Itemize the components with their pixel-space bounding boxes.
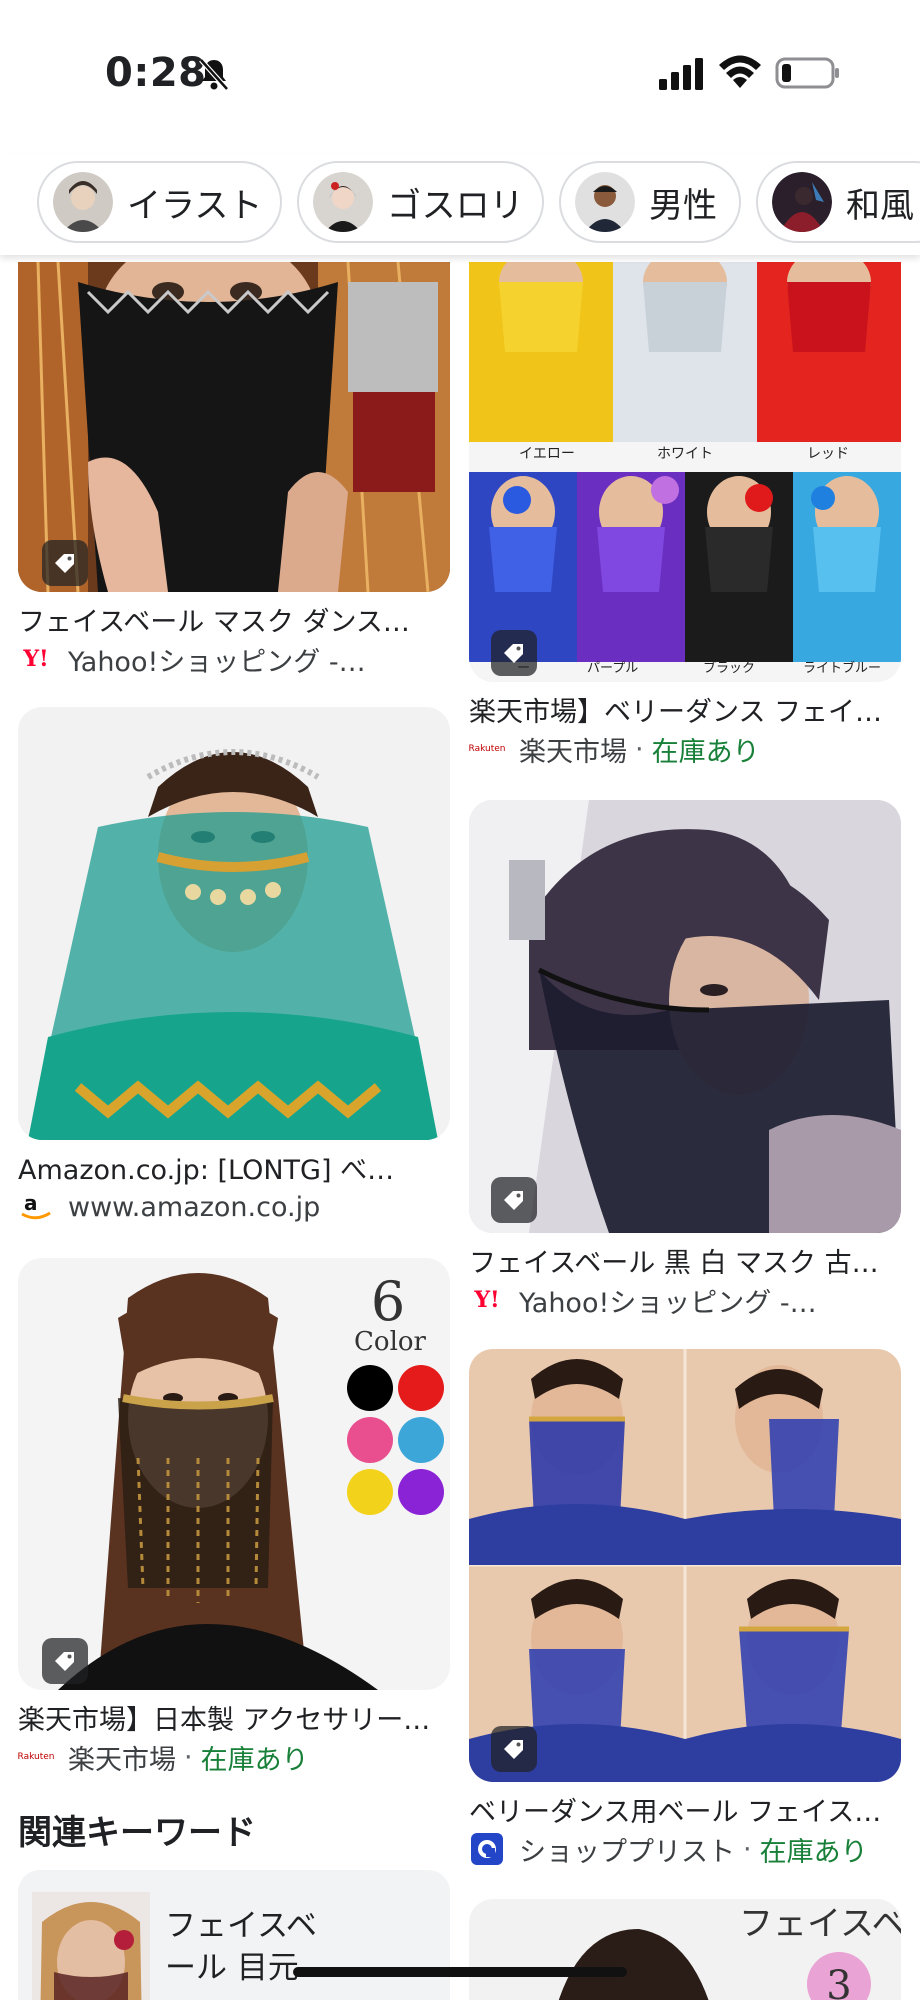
- source-name: Yahoo!ショッピング -…: [519, 1287, 817, 1319]
- result-card[interactable]: フェイスベール マスク ダンス… Y! Yahoo!ショッピング -…: [18, 262, 450, 678]
- chip-avatar: [313, 172, 373, 232]
- status-bar: 0:28: [0, 0, 920, 150]
- separator: ·: [635, 733, 644, 765]
- result-card[interactable]: ベリーダンス用ベール フェイス… ショッププリスト · 在庫あり: [469, 1349, 901, 1869]
- related-search-chips: イラスト ゴスロリ 男性 和風: [0, 155, 920, 255]
- chip-label: 和風: [846, 185, 914, 226]
- color-count-text: 6: [371, 1270, 405, 1333]
- chip-avatar: [53, 172, 113, 232]
- chip-gothloli[interactable]: ゴスロリ: [297, 161, 544, 243]
- color-label: ライトブルー: [803, 660, 881, 676]
- separator: ·: [184, 1741, 193, 1773]
- chip-label: 男性: [649, 185, 717, 226]
- battery-icon: [775, 57, 839, 89]
- result-title: Amazon.co.jp: [LONTG] べ…: [18, 1155, 395, 1186]
- result-source: Rakuten 楽天市場 · 在庫あり: [18, 1737, 309, 1777]
- color-word-text: Color: [354, 1327, 427, 1357]
- source-name: www.amazon.co.jp: [68, 1191, 321, 1223]
- stock-status: 在庫あり: [200, 1744, 309, 1776]
- color-label: レッド: [807, 446, 849, 462]
- stock-status: 在庫あり: [759, 1836, 868, 1868]
- result-source: Rakuten 楽天市場 · 在庫あり: [469, 729, 760, 769]
- chip-label: イラスト: [127, 185, 263, 226]
- svg-text:a: a: [24, 1192, 38, 1215]
- result-title: ベリーダンス用ベール フェイス…: [469, 1797, 882, 1828]
- color-label: ホワイト: [657, 446, 713, 462]
- tag-icon: [491, 1177, 537, 1223]
- result-image[interactable]: 6 Color: [18, 1258, 450, 1690]
- result-title: 楽天市場】ベリーダンス フェイ…: [469, 697, 883, 728]
- yahoo-logo: Y!: [474, 1287, 500, 1313]
- chip-illust[interactable]: イラスト: [37, 161, 282, 243]
- related-keywords-heading: 関連キーワード: [18, 1813, 256, 1853]
- result-image[interactable]: [18, 707, 450, 1140]
- rakuten-logo: Rakuten: [17, 1752, 55, 1762]
- keyword-thumbnail: [32, 1892, 150, 2000]
- tag-icon: [491, 630, 537, 676]
- chip-label: ゴスロリ: [387, 185, 524, 226]
- rakuten-logo: Rakuten: [468, 744, 506, 754]
- result-image[interactable]: フェイスベール 3 color: [469, 1899, 901, 2000]
- color-label: パープル: [587, 661, 638, 676]
- chip-avatar: [772, 172, 832, 232]
- tag-icon: [42, 1638, 88, 1684]
- result-title: フェイスベール 黒 白 マスク 古…: [469, 1248, 879, 1279]
- product-heading-text: フェイスベール: [739, 1904, 901, 1944]
- color-label: イエロー: [519, 446, 575, 462]
- bell-mute-icon: [199, 58, 229, 91]
- result-image[interactable]: [469, 1349, 901, 1782]
- separator: ·: [743, 1833, 752, 1865]
- chip-male[interactable]: 男性: [559, 161, 741, 243]
- wifi-icon: [719, 55, 761, 88]
- result-card[interactable]: Amazon.co.jp: [LONTG] べ… a www.amazon.co…: [18, 707, 450, 1232]
- amazon-logo: a: [18, 1192, 54, 1222]
- source-name: 楽天市場: [68, 1744, 176, 1776]
- source-name: ショッププリスト: [519, 1836, 735, 1868]
- result-source: Y! Yahoo!ショッピング -…: [469, 1280, 817, 1320]
- status-time: 0:28: [105, 50, 207, 96]
- related-keyword-card[interactable]: フェイスベール 目元: [18, 1870, 450, 2000]
- result-title: 楽天市場】日本製 アクセサリー…: [18, 1705, 431, 1736]
- result-title: フェイスベール マスク ダンス…: [18, 607, 410, 638]
- tag-icon: [491, 1726, 537, 1772]
- result-card[interactable]: フェイスベール 3 color: [469, 1899, 901, 2000]
- result-source: Y! Yahoo!ショッピング -…: [18, 639, 366, 679]
- home-indicator[interactable]: [293, 1967, 627, 1977]
- result-image[interactable]: [469, 800, 901, 1233]
- result-card[interactable]: フェイスベール 黒 白 マスク 古… Y! Yahoo!ショッピング -…: [469, 800, 901, 1320]
- result-card[interactable]: 6 Color 楽天市場】日本製 アクセサリー… Rakuten 楽天市場 · …: [18, 1258, 450, 1778]
- chip-japanese-style[interactable]: 和風: [756, 161, 920, 243]
- tag-icon: [42, 540, 88, 586]
- source-name: Yahoo!ショッピング -…: [68, 646, 366, 678]
- result-source: a www.amazon.co.jp: [18, 1187, 320, 1227]
- color-label: ブラック: [703, 660, 755, 676]
- result-image[interactable]: イエロー ホワイト レッド ー パープル ブラック ライトブルー: [469, 262, 901, 682]
- result-source: ショッププリスト · 在庫あり: [469, 1829, 868, 1869]
- chip-avatar: [575, 172, 635, 232]
- signal-icon: [659, 58, 703, 90]
- bottom-count-text: 3: [826, 1963, 851, 2000]
- source-name: 楽天市場: [519, 736, 627, 768]
- stock-status: 在庫あり: [651, 736, 760, 768]
- result-card[interactable]: イエロー ホワイト レッド ー パープル ブラック ライトブルー 楽天市場】ベリ…: [469, 262, 901, 772]
- shoplist-logo: [469, 1833, 505, 1865]
- yahoo-logo: Y!: [23, 646, 49, 672]
